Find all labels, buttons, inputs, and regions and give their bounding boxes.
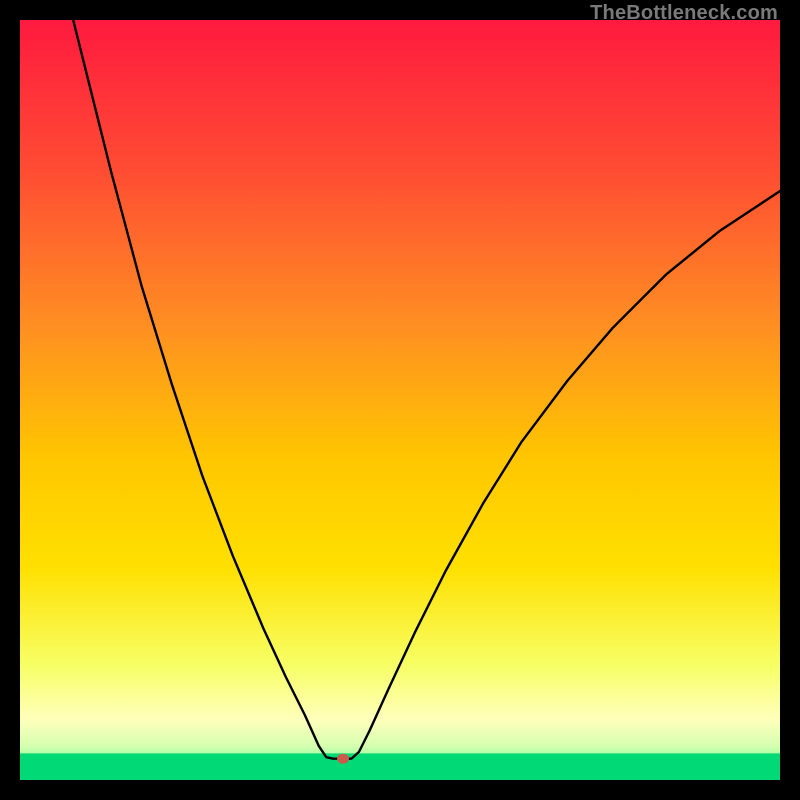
green-band bbox=[20, 753, 780, 780]
bottleneck-chart bbox=[20, 20, 780, 780]
optimal-point-marker bbox=[337, 754, 349, 764]
watermark-text: TheBottleneck.com bbox=[590, 2, 778, 25]
chart-frame bbox=[20, 20, 780, 780]
